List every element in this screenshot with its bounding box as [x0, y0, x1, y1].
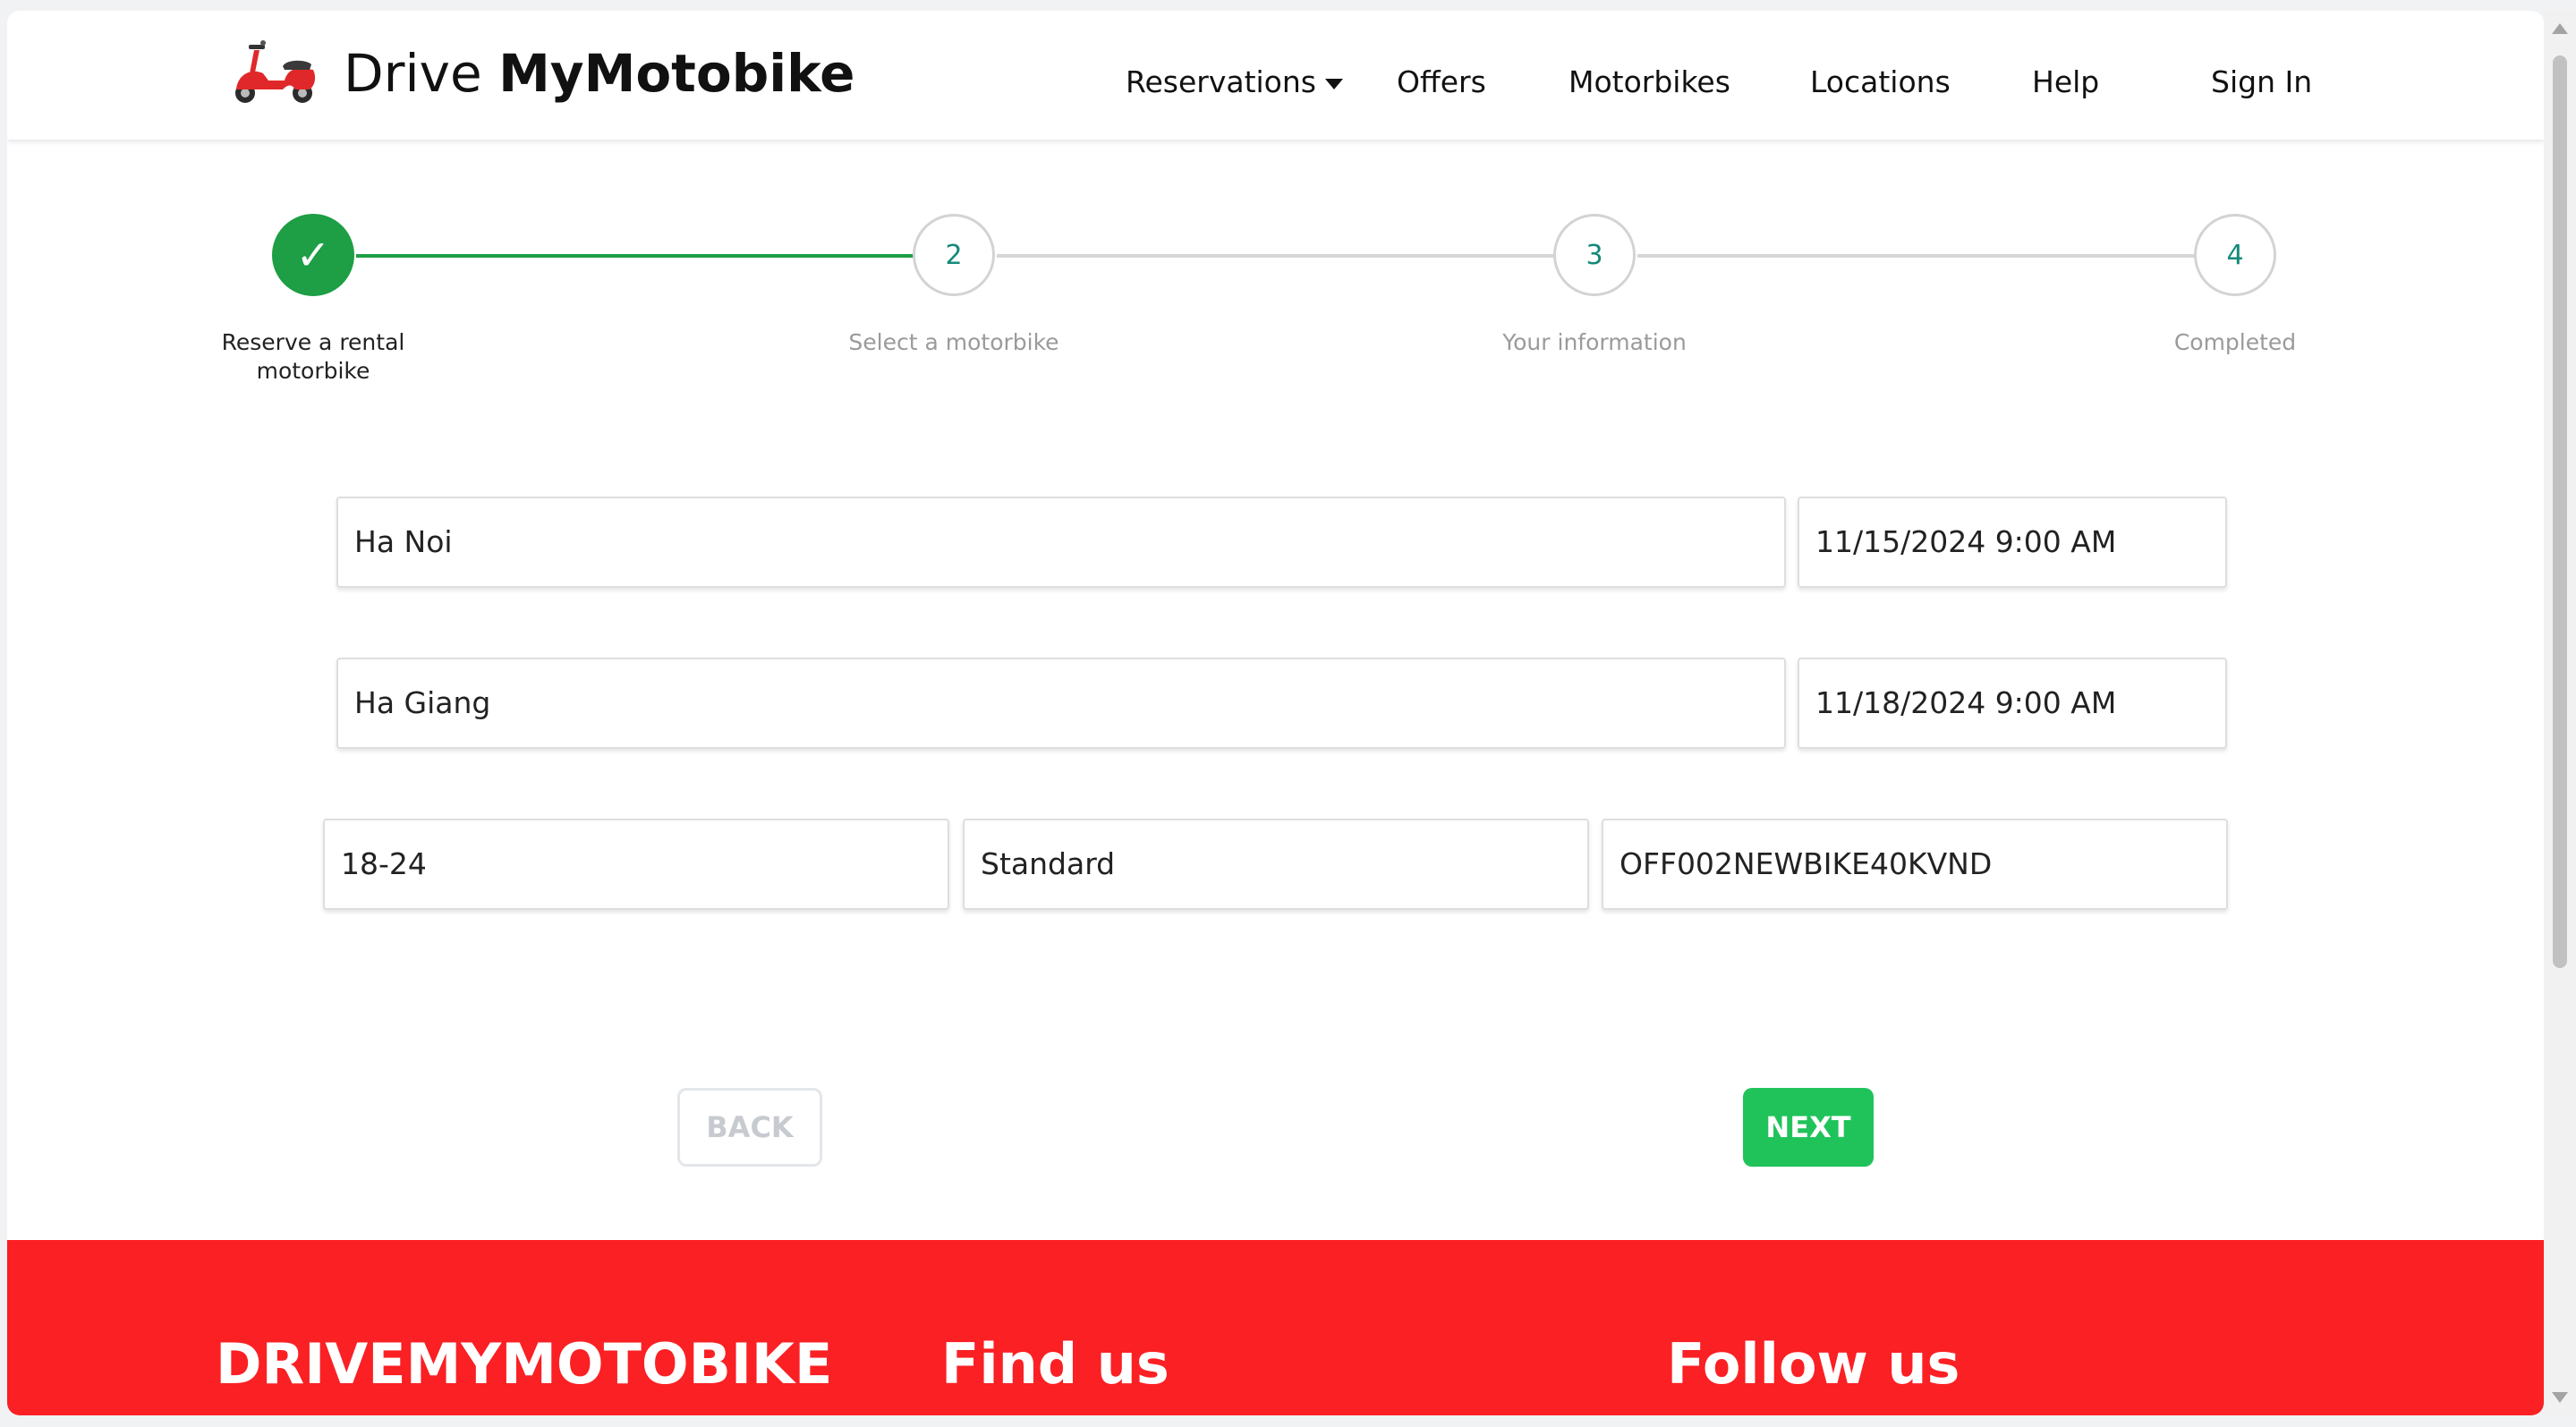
page-scrollbar[interactable]: [2544, 11, 2576, 1415]
step-connector-1: [356, 254, 925, 258]
top-navbar: Drive MyMotobike Reservations Offers Mot…: [7, 11, 2544, 140]
footer-brand: DRIVEMYMOTOBIKE: [216, 1331, 833, 1397]
nav-help[interactable]: Help: [2032, 64, 2099, 99]
scroll-thumb[interactable]: [2553, 55, 2567, 968]
footer-find-us-heading: Find us: [941, 1331, 1169, 1397]
step-1-check-icon: ✓: [272, 214, 354, 296]
page: Drive MyMotobike Reservations Offers Mot…: [7, 11, 2544, 1415]
age-range-select[interactable]: 18-24: [323, 819, 949, 910]
caret-down-icon: [1324, 78, 1343, 89]
pickup-datetime-field[interactable]: 11/15/2024 9:00 AM: [1798, 497, 2227, 588]
step-3-label: Your information: [1502, 329, 1687, 355]
step-connector-3: [1637, 254, 2206, 258]
brand-name: Drive MyMotobike: [344, 43, 855, 104]
step-1-label: Reserve a rental motorbike: [221, 329, 405, 384]
footer-follow-us-heading: Follow us: [1667, 1331, 1960, 1397]
scooter-icon: [235, 40, 316, 103]
dropoff-datetime-field[interactable]: 11/18/2024 9:00 AM: [1798, 658, 2227, 749]
nav-offers[interactable]: Offers: [1397, 64, 1486, 99]
step-2-label: Select a motorbike: [848, 329, 1059, 355]
site-footer: DRIVEMYMOTOBIKE Find us Follow us: [7, 1240, 2544, 1415]
scroll-down-arrow-icon[interactable]: [2552, 1392, 2568, 1403]
nav-reservations[interactable]: Reservations: [1126, 64, 1343, 99]
pickup-location-field[interactable]: Ha Noi: [336, 497, 1786, 588]
back-button[interactable]: BACK: [677, 1088, 822, 1167]
step-4-circle: 4: [2194, 214, 2276, 296]
next-button[interactable]: NEXT: [1743, 1088, 1874, 1167]
dropoff-location-field[interactable]: Ha Giang: [336, 658, 1786, 749]
nav-locations[interactable]: Locations: [1810, 64, 1951, 99]
nav-sign-in[interactable]: Sign In: [2211, 64, 2312, 99]
promo-code-field[interactable]: OFF002NEWBIKE40KVND: [1602, 819, 2228, 910]
step-connector-2: [997, 254, 1566, 258]
nav-reservations-label: Reservations: [1126, 64, 1316, 99]
step-4-label: Completed: [2173, 329, 2297, 355]
step-2-circle: 2: [913, 214, 995, 296]
brand-logo[interactable]: Drive MyMotobike: [227, 38, 855, 109]
progress-stepper: ✓ 2 3 4 Reserve a rental motorbike Selec…: [7, 190, 2544, 422]
scroll-up-arrow-icon[interactable]: [2552, 23, 2568, 34]
nav-motorbikes[interactable]: Motorbikes: [1569, 64, 1730, 99]
step-3-circle: 3: [1553, 214, 1636, 296]
motorbike-type-select[interactable]: Standard: [963, 819, 1589, 910]
